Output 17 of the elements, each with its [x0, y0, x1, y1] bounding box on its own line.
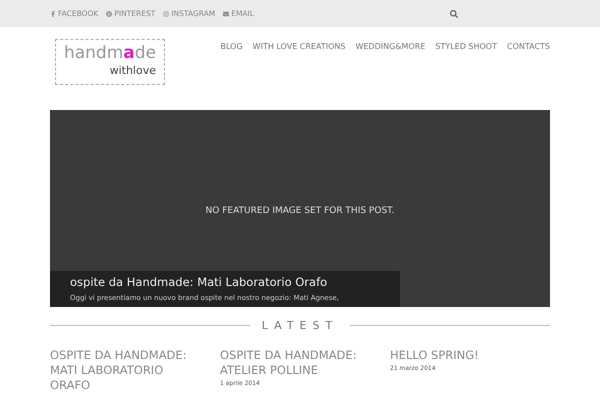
nav-link[interactable]: WEDDING&MORE [355, 42, 426, 54]
section-heading: LATEST [262, 319, 338, 332]
nav-link[interactable]: CONTACTS [506, 42, 550, 54]
email-icon [223, 10, 230, 16]
search-icon[interactable] [450, 10, 458, 18]
nav-link[interactable]: WITH LOVE CREATIONS [252, 42, 346, 54]
facebook-icon [50, 10, 56, 16]
post-title[interactable]: HELLO SPRING! [390, 348, 535, 363]
pinterest-icon [106, 10, 112, 16]
post-title[interactable]: OSPITE DA HANDMADE: MATI LABORATORIO ORAFO [50, 348, 195, 393]
nav-link[interactable]: STYLED SHOOT [435, 42, 497, 54]
instagram-icon [163, 10, 170, 16]
post-title[interactable]: OSPITE DA HANDMADE: ATELIER POLLINE [220, 348, 365, 378]
nav-link[interactable]: BLOG [220, 42, 243, 54]
featured-title[interactable]: ospite da Handmade: Mati Laboratorio Orafo [70, 275, 380, 289]
featured-notice: NO FEATURED IMAGE SET FOR THIS POST. [204, 204, 396, 218]
site-logo[interactable]: handmade withlove [55, 39, 165, 85]
